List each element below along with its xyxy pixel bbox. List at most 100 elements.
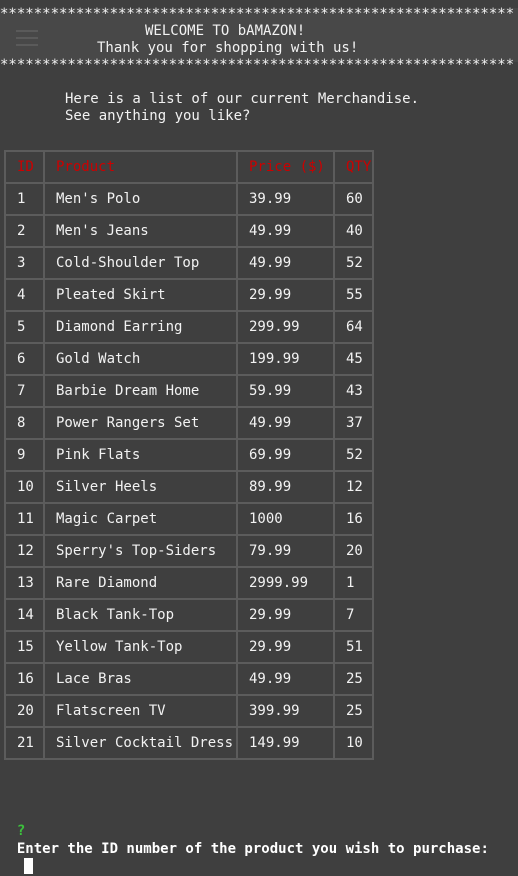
cell-qty: 55 [333,278,374,312]
cell-id: 4 [4,278,45,312]
stars-divider-bottom: ****************************************… [0,57,515,73]
cell-qty: 25 [333,694,374,728]
cell-qty: 20 [333,534,374,568]
cell-qty: 7 [333,598,374,632]
table-row: 5 Diamond Earring 299.99 64 [4,310,374,344]
cell-product: Diamond Earring [43,310,238,344]
table-row: 15 Yellow Tank-Top 29.99 51 [4,630,374,664]
table-row: 9 Pink Flats 69.99 52 [4,438,374,472]
cell-product: Magic Carpet [43,502,238,536]
cell-price: 399.99 [236,694,335,728]
cell-qty: 52 [333,438,374,472]
text-cursor [23,858,33,874]
cell-id: 10 [4,470,45,504]
table-row: 14 Black Tank-Top 29.99 7 [4,598,374,632]
table-body: 1 Men's Polo 39.99 60 2 Men's Jeans 49.99 40 3 Co… [4,182,374,760]
cell-id: 8 [4,406,45,440]
cell-qty: 43 [333,374,374,408]
cell-id: 12 [4,534,45,568]
cell-price: 49.99 [236,406,335,440]
cell-id: 6 [4,342,45,376]
table-row: 4 Pleated Skirt 29.99 55 [4,278,374,312]
table-row: 8 Power Rangers Set 49.99 37 [4,406,374,440]
cell-price: 29.99 [236,278,335,312]
table-row: 20 Flatscreen TV 399.99 25 [4,694,374,728]
table-row: 21 Silver Cocktail Dress 149.99 10 [4,726,374,760]
cell-qty: 16 [333,502,374,536]
cell-id: 16 [4,662,45,696]
welcome-title: WELCOME TO bAMAZON! [145,23,306,39]
cell-price: 49.99 [236,662,335,696]
cell-price: 59.99 [236,374,335,408]
table-row: 6 Gold Watch 199.99 45 [4,342,374,376]
table-row: 12 Sperry's Top-Siders 79.99 20 [4,534,374,568]
menu-icon [16,30,38,51]
cell-id: 15 [4,630,45,664]
cell-product: Men's Polo [43,182,238,216]
cell-product: Pink Flats [43,438,238,472]
column-header-product: Product [43,150,238,184]
cell-price: 299.99 [236,310,335,344]
table-row: 2 Men's Jeans 49.99 40 [4,214,374,248]
cell-qty: 64 [333,310,374,344]
table-row: 1 Men's Polo 39.99 60 [4,182,374,216]
cell-id: 13 [4,566,45,600]
cell-product: Rare Diamond [43,566,238,600]
column-header-id: ID [4,150,45,184]
cell-price: 29.99 [236,598,335,632]
cell-price: 49.99 [236,246,335,280]
cell-price: 199.99 [236,342,335,376]
cell-product: Pleated Skirt [43,278,238,312]
terminal-window: { "header": { "stars_top": "************… [0,0,518,874]
cell-qty: 37 [333,406,374,440]
cell-price: 149.99 [236,726,335,760]
cell-id: 7 [4,374,45,408]
cell-id: 14 [4,598,45,632]
table-row: 3 Cold-Shoulder Top 49.99 52 [4,246,374,280]
cell-price: 29.99 [236,630,335,664]
stars-divider-top: ****************************************… [0,6,515,22]
cell-price: 69.99 [236,438,335,472]
cell-product: Black Tank-Top [43,598,238,632]
cell-id: 20 [4,694,45,728]
prompt-question-mark: ? [16,823,26,839]
cell-qty: 45 [333,342,374,376]
cell-product: Sperry's Top-Siders [43,534,238,568]
cell-qty: 25 [333,662,374,696]
cell-product: Power Rangers Set [43,406,238,440]
product-table: ID Product Price ($) QTY 1 Men's Polo 39.9… [4,150,374,760]
cell-qty: 10 [333,726,374,760]
cell-product: Lace Bras [43,662,238,696]
cell-price: 1000 [236,502,335,536]
cell-product: Silver Cocktail Dress [43,726,238,760]
thanks-message: Thank you for shopping with us! [97,40,359,56]
table-row: 7 Barbie Dream Home 59.99 43 [4,374,374,408]
cell-qty: 51 [333,630,374,664]
intro-text-line-2: See anything you like? [65,108,251,124]
cell-qty: 60 [333,182,374,216]
intro-text-line-1: Here is a list of our current Merchandis… [65,91,420,107]
cell-qty: 1 [333,566,374,600]
column-header-price: Price ($) [236,150,335,184]
cell-product: Gold Watch [43,342,238,376]
cell-id: 5 [4,310,45,344]
column-header-qty: QTY [333,150,374,184]
table-row: 13 Rare Diamond 2999.99 1 [4,566,374,600]
cell-price: 89.99 [236,470,335,504]
cell-id: 3 [4,246,45,280]
cell-product: Cold-Shoulder Top [43,246,238,280]
table-row: 10 Silver Heels 89.99 12 [4,470,374,504]
cell-qty: 52 [333,246,374,280]
table-row: 16 Lace Bras 49.99 25 [4,662,374,696]
cell-product: Yellow Tank-Top [43,630,238,664]
cell-id: 1 [4,182,45,216]
cell-product: Barbie Dream Home [43,374,238,408]
cell-product: Flatscreen TV [43,694,238,728]
cell-qty: 40 [333,214,374,248]
cell-id: 2 [4,214,45,248]
cell-price: 49.99 [236,214,335,248]
cell-id: 11 [4,502,45,536]
purchase-prompt[interactable]: ? Enter the ID number of the product you… [0,804,489,874]
cell-qty: 12 [333,470,374,504]
cell-price: 39.99 [236,182,335,216]
